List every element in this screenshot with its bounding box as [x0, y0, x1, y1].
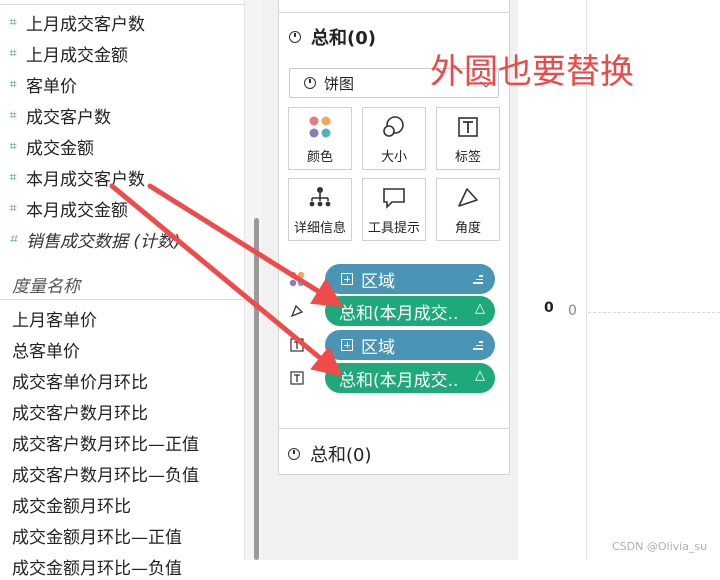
sort-icon: [473, 341, 483, 352]
size-circles-icon: [381, 108, 407, 146]
marks-field-row: 区域: [289, 330, 499, 360]
field-label: 本月成交金额: [26, 200, 128, 221]
measure-name-item[interactable]: 成交金额月环比—正值: [12, 521, 182, 549]
speech-bubble-icon: [382, 179, 406, 217]
section-title: 度量名称: [12, 277, 80, 297]
measure-field-icon: ⌗: [9, 138, 17, 154]
divider: [0, 4, 244, 5]
measure-field-icon: ⌗: [9, 76, 17, 92]
field-item[interactable]: ⌗ 客单价: [0, 70, 244, 98]
measure-field-icon: ⌗: [9, 200, 17, 216]
zero-gridline: [588, 312, 720, 313]
label-button[interactable]: 标签: [436, 107, 500, 170]
measure-field-icon: ⌗: [9, 107, 17, 123]
field-pill-region-color[interactable]: 区域: [325, 264, 495, 294]
color-dots-icon: [308, 108, 332, 146]
tooltip-button[interactable]: 工具提示: [362, 178, 426, 241]
measure-names-header: 度量名称: [0, 268, 244, 300]
field-item[interactable]: ⌗ 本月成交金额: [0, 194, 244, 222]
divider: [279, 12, 509, 13]
axis-zero-label: 0: [544, 300, 554, 316]
angle-button-label: 角度: [454, 221, 481, 236]
scrollbar-track[interactable]: [244, 0, 262, 560]
field-label: 本月成交客户数: [26, 169, 145, 190]
pill-label: 区域: [361, 337, 395, 358]
field-pill-measure-label[interactable]: 总和(本月成交.. △: [325, 363, 495, 393]
mark-type-label: 饼图: [324, 74, 355, 93]
angle-button[interactable]: 角度: [436, 178, 500, 241]
detail-tree-icon: [308, 179, 332, 217]
measure-name-item[interactable]: 成交客户数月环比—负值: [12, 459, 199, 487]
measure-field-icon: ⌗: [9, 14, 17, 30]
color-button[interactable]: 颜色: [288, 107, 352, 170]
marks-field-row: 区域: [289, 264, 499, 294]
field-label: 上月成交金额: [26, 45, 128, 66]
tooltip-button-label: 工具提示: [367, 221, 420, 236]
field-item[interactable]: ⌗ 销售成交数据 (计数): [0, 225, 244, 253]
marks-card-title[interactable]: 总和(0): [288, 441, 372, 467]
angle-icon: [456, 179, 480, 217]
sort-icon: [473, 275, 483, 286]
axis-tick-label: 0: [568, 303, 577, 319]
measure-name-item[interactable]: 上月客单价: [12, 304, 97, 332]
field-pill-measure-angle[interactable]: 总和(本月成交.. △: [325, 296, 495, 326]
measure-field-icon: ⌗: [9, 169, 17, 185]
pie-mark-icon: [289, 31, 301, 43]
watermark: CSDN @Olivia_su: [612, 540, 708, 553]
field-label: 客单价: [26, 76, 77, 97]
pill-label: 总和(本月成交..: [339, 370, 459, 391]
measure-name-item[interactable]: 成交金额月环比—负值: [12, 552, 182, 580]
field-item[interactable]: ⌗ 成交金额: [0, 132, 244, 160]
measure-name-item[interactable]: 成交金额月环比: [12, 490, 131, 518]
text-label-icon: [289, 370, 305, 386]
field-item[interactable]: ⌗ 上月成交客户数: [0, 8, 244, 36]
pie-mark-icon: [288, 448, 300, 460]
measure-name-item[interactable]: 成交客单价月环比: [12, 366, 148, 394]
text-label-icon: [289, 337, 305, 353]
marks-card-title-text: 总和(0): [310, 445, 372, 466]
marks-card-title[interactable]: 总和(0): [289, 24, 376, 50]
marks-field-row: 总和(本月成交.. △: [289, 363, 499, 393]
field-pill-region-label[interactable]: 区域: [325, 330, 495, 360]
size-button-label: 大小: [380, 150, 407, 165]
color-dots-icon: [289, 271, 305, 287]
expand-plus-icon: [341, 273, 353, 285]
second-marks-card: 总和(0): [278, 428, 510, 475]
pill-label: 总和(本月成交..: [339, 303, 459, 324]
field-label: 销售成交数据 (计数): [26, 231, 181, 252]
angle-icon: [289, 303, 305, 319]
label-button-label: 标签: [454, 150, 481, 165]
field-label: 成交客户数: [26, 107, 111, 128]
field-item[interactable]: ⌗ 成交客户数: [0, 101, 244, 129]
marks-field-row: 总和(本月成交.. △: [289, 296, 499, 326]
annotation-text: 外圆也要替换: [430, 52, 634, 92]
scrollbar-thumb[interactable]: [254, 218, 259, 560]
measure-name-item[interactable]: 成交客户数月环比: [12, 397, 148, 425]
text-label-icon: [457, 108, 479, 146]
delta-icon: △: [475, 301, 485, 316]
expand-plus-icon: [341, 339, 353, 351]
color-button-label: 颜色: [306, 150, 333, 165]
detail-button[interactable]: 详细信息: [288, 178, 352, 241]
data-pane: ⌗ 上月成交客户数 ⌗ 上月成交金额 ⌗ 客单价 ⌗ 成交客户数 ⌗ 成交金额 …: [0, 0, 262, 579]
detail-button-label: 详细信息: [293, 221, 346, 236]
measure-name-item[interactable]: 成交客户数月环比—正值: [12, 428, 199, 456]
size-button[interactable]: 大小: [362, 107, 426, 170]
field-label: 上月成交客户数: [26, 14, 145, 35]
field-item[interactable]: ⌗ 上月成交金额: [0, 39, 244, 67]
measure-field-icon: ⌗: [9, 45, 17, 61]
measure-name-item[interactable]: 总客单价: [12, 335, 80, 363]
pill-label: 区域: [361, 271, 395, 292]
pie-mark-icon: [304, 77, 316, 89]
measure-field-icon: ⌗: [9, 231, 17, 247]
delta-icon: △: [475, 368, 485, 383]
field-label: 成交金额: [26, 138, 94, 159]
marks-card-title-text: 总和(0): [311, 28, 376, 49]
field-item[interactable]: ⌗ 本月成交客户数: [0, 163, 244, 191]
